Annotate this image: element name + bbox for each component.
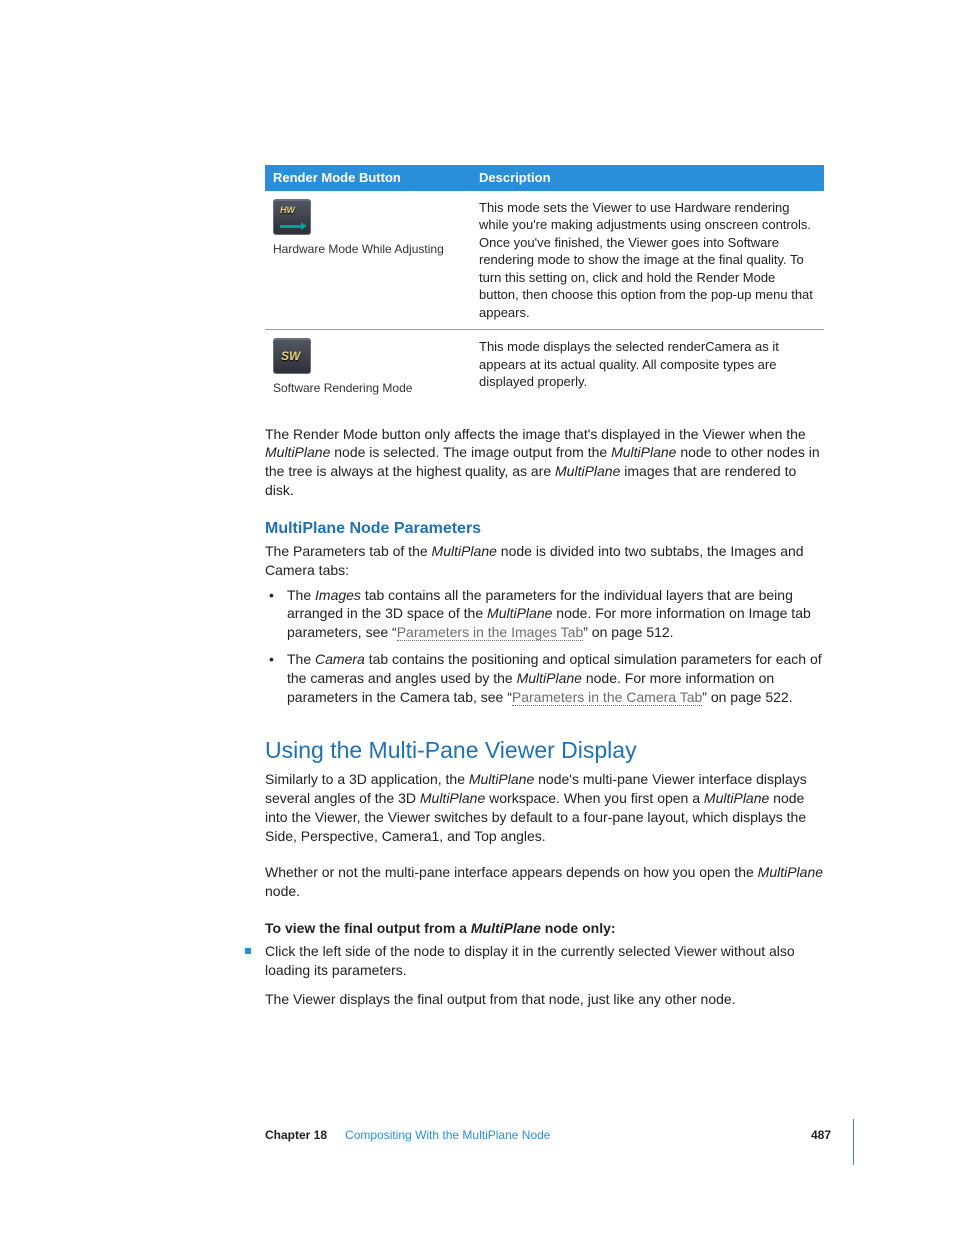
link-images-tab[interactable]: Parameters in the Images Tab (397, 624, 584, 641)
table-row: Software Rendering Mode This mode displa… (265, 330, 824, 405)
row1-desc: This mode sets the Viewer to use Hardwar… (471, 191, 824, 330)
render-mode-table: Render Mode Button Description Hardware … (265, 165, 824, 405)
footer-chapter: Chapter 18 (265, 1128, 327, 1142)
footer-title: Compositing With the MultiPlane Node (345, 1128, 550, 1142)
step-1-result: The Viewer displays the final output fro… (265, 990, 824, 1009)
hardware-mode-icon (273, 199, 311, 235)
row2-desc: This mode displays the selected renderCa… (471, 330, 824, 405)
row1-caption: Hardware Mode While Adjusting (273, 241, 463, 257)
list-item: The Camera tab contains the positioning … (283, 650, 824, 707)
multipane-heading: Using the Multi-Pane Viewer Display (265, 735, 824, 766)
th-button: Render Mode Button (265, 165, 471, 191)
list-item: The Images tab contains all the paramete… (283, 586, 824, 643)
page-footer: Chapter 18 Compositing With the MultiPla… (265, 1119, 854, 1165)
table-row: Hardware Mode While Adjusting This mode … (265, 191, 824, 330)
step-1: Click the left side of the node to displ… (265, 942, 824, 980)
render-mode-para: The Render Mode button only affects the … (265, 425, 824, 501)
footer-page: 487 (811, 1128, 831, 1142)
whether-para: Whether or not the multi-pane interface … (265, 863, 824, 901)
software-mode-icon (273, 338, 311, 374)
task-heading: To view the final output from a MultiPla… (265, 919, 824, 938)
params-list: The Images tab contains all the paramete… (265, 586, 824, 707)
th-desc: Description (471, 165, 824, 191)
multiplane-params-heading: MultiPlane Node Parameters (265, 518, 824, 540)
params-intro: The Parameters tab of the MultiPlane nod… (265, 542, 824, 580)
link-camera-tab[interactable]: Parameters in the Camera Tab (512, 689, 702, 706)
row2-caption: Software Rendering Mode (273, 380, 463, 396)
multipane-para: Similarly to a 3D application, the Multi… (265, 770, 824, 846)
